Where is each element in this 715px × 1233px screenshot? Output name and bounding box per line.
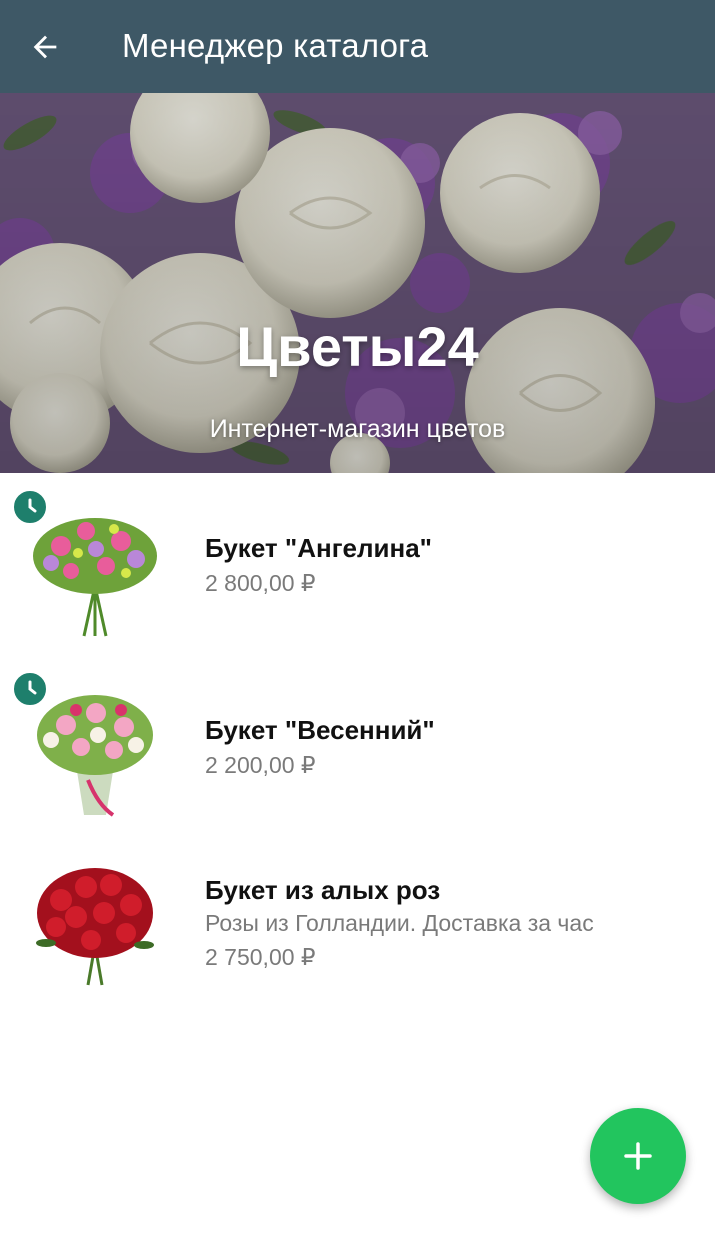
bouquet-image bbox=[33, 518, 157, 637]
plus-icon bbox=[624, 1142, 652, 1170]
list-item[interactable]: Букет "Ангелина" 2 800,00 ₽ bbox=[0, 473, 715, 655]
store-name: Цветы24 bbox=[236, 315, 479, 378]
store-description: Интернет-магазин цветов bbox=[209, 415, 506, 443]
page-title: Менеджер каталога bbox=[122, 27, 429, 64]
list-item[interactable]: Букет из алых роз Розы из Голландии. Дос… bbox=[0, 837, 715, 1017]
add-product-button[interactable] bbox=[590, 1108, 686, 1204]
clock-icon bbox=[12, 671, 48, 707]
catalog-cover: Цветы24 Интернет-магазин цветов bbox=[0, 93, 715, 473]
app-bar: Менеджер каталога bbox=[0, 0, 715, 93]
product-price: 2 200,00 ₽ bbox=[205, 752, 316, 778]
product-price: 2 800,00 ₽ bbox=[205, 570, 316, 596]
product-name: Букет "Весенний" bbox=[205, 715, 435, 745]
back-button[interactable] bbox=[22, 24, 68, 70]
list-item[interactable]: Букет "Весенний" 2 200,00 ₽ bbox=[0, 655, 715, 837]
bouquet-image bbox=[37, 695, 153, 817]
product-description: Розы из Голландии. Доставка за час bbox=[205, 910, 594, 936]
clock-icon bbox=[12, 489, 48, 525]
product-price: 2 750,00 ₽ bbox=[205, 944, 316, 970]
product-name: Букет "Ангелина" bbox=[205, 533, 432, 563]
product-name: Букет из алых роз bbox=[205, 875, 441, 905]
bouquet-image bbox=[36, 868, 154, 986]
arrow-left-icon bbox=[33, 35, 57, 59]
